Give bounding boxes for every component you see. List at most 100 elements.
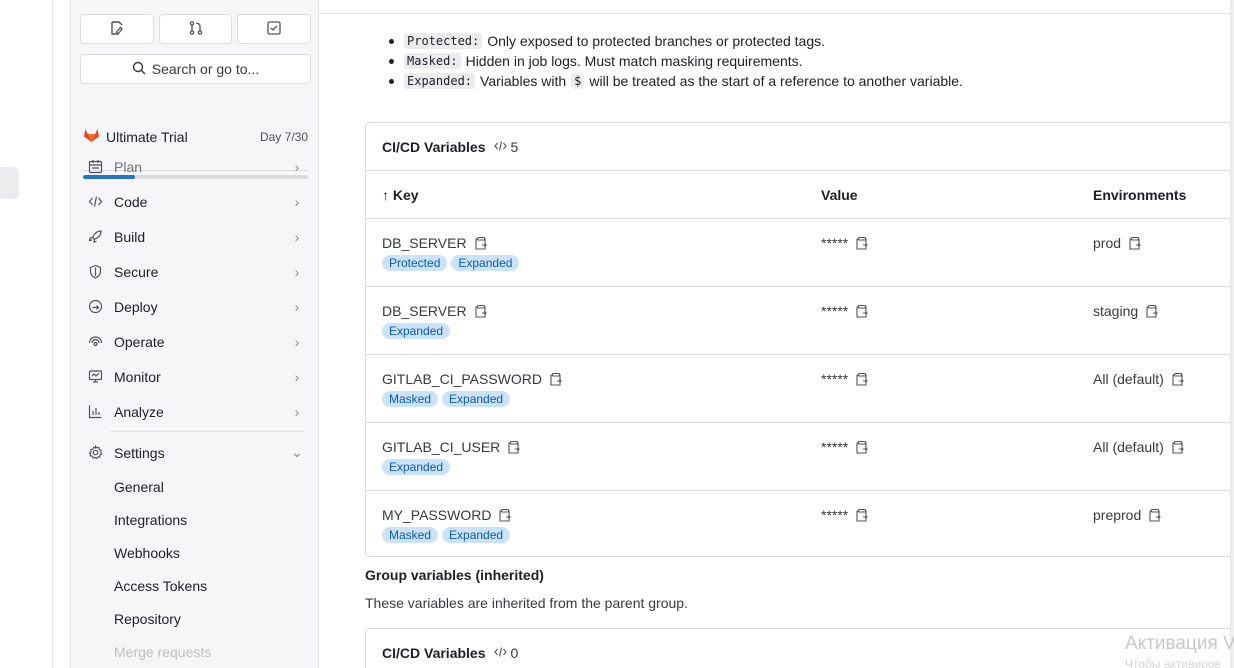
variable-count-value: 5 xyxy=(510,138,519,155)
variable-count: 0 xyxy=(493,645,519,661)
right-panel-edge xyxy=(1230,0,1234,668)
badge-masked: Masked xyxy=(382,391,439,407)
sidebar-item-label: Settings xyxy=(114,444,165,461)
chevron-down-icon: ⌄ xyxy=(291,444,303,460)
badge-expanded: Expanded xyxy=(442,391,511,407)
settings-item-integrations[interactable]: Integrations xyxy=(80,503,311,536)
copy-value-icon[interactable] xyxy=(855,440,869,454)
badge-expanded: Expanded xyxy=(382,459,451,475)
key-column-header[interactable]: ↑ Key xyxy=(382,187,419,203)
chevron-right-icon: › xyxy=(294,228,300,245)
project-variables-card: CI/CD Variables 5 ↑ Key Value Environmen… xyxy=(365,122,1234,557)
cloud-icon xyxy=(86,333,104,351)
collapsed-panel-tab[interactable] xyxy=(0,167,19,199)
sidebar-item-secure[interactable]: Secure › xyxy=(80,254,311,289)
variable-value: ***** xyxy=(821,371,849,387)
variable-environment: staging xyxy=(1093,303,1139,319)
settings-item-merge-requests[interactable]: Merge requests xyxy=(80,635,311,668)
copy-key-icon[interactable] xyxy=(498,508,512,522)
value-cell: ***** xyxy=(821,303,869,319)
copy-environment-icon[interactable] xyxy=(1148,508,1162,522)
variable-count-value: 0 xyxy=(510,645,519,661)
activation-watermark-subtitle: Чтобы активиров xyxy=(1125,657,1221,668)
sidebar-item-plan[interactable]: Plan › xyxy=(80,149,311,184)
settings-item-repository[interactable]: Repository xyxy=(80,602,311,635)
issues-icon xyxy=(109,20,125,39)
sidebar-item-label: Build xyxy=(114,228,146,245)
copy-environment-icon[interactable] xyxy=(1145,304,1158,318)
variable-badges: Expanded xyxy=(382,323,451,339)
code-icon xyxy=(493,139,507,155)
sidebar-item-code[interactable]: Code › xyxy=(80,184,311,219)
variable-key: GITLAB_CI_USER xyxy=(382,439,501,455)
value-cell: ***** xyxy=(821,371,869,387)
copy-key-icon[interactable] xyxy=(507,440,521,454)
sidebar-item-monitor[interactable]: Monitor › xyxy=(80,359,311,394)
chevron-right-icon: › xyxy=(294,333,300,350)
settings-item-access-tokens[interactable]: Access Tokens xyxy=(80,569,311,602)
environment-cell: All (default) xyxy=(1093,439,1184,455)
copy-key-icon[interactable] xyxy=(549,372,562,386)
trial-widget[interactable]: Ultimate Trial Day 7/30 xyxy=(83,103,308,179)
value-cell: ***** xyxy=(821,507,869,523)
todo-button[interactable] xyxy=(237,14,312,44)
key-cell: GITLAB_CI_USER xyxy=(382,439,521,455)
variable-key: DB_SERVER xyxy=(382,303,467,319)
copy-value-icon[interactable] xyxy=(855,236,869,250)
sidebar-item-settings[interactable]: Settings ⌄ xyxy=(80,435,311,470)
group-variables-title: Group variables (inherited) xyxy=(365,567,544,583)
copy-value-icon[interactable] xyxy=(855,372,869,386)
variable-value: ***** xyxy=(821,507,849,523)
app-root: Search or go to... Ultimate Trial Day 7/… xyxy=(0,0,1234,668)
copy-environment-icon[interactable] xyxy=(1128,236,1141,250)
variable-badges: Expanded xyxy=(382,459,451,475)
badge-protected: Protected xyxy=(382,255,448,271)
dollar-code: $ xyxy=(571,73,585,89)
card-header: CI/CD Variables 5 xyxy=(366,123,1234,171)
tanuki-logo-icon xyxy=(83,127,100,146)
search-button[interactable]: Search or go to... xyxy=(80,54,311,84)
badge-expanded: Expanded xyxy=(442,527,511,543)
merge-requests-button[interactable] xyxy=(158,14,233,44)
masked-description: Hidden in job logs. Must match masking r… xyxy=(465,53,803,69)
badge-masked: Masked xyxy=(382,527,439,543)
group-variables-description: These variables are inherited from the p… xyxy=(365,595,688,611)
card-header: CI/CD Variables 0 xyxy=(366,629,1234,668)
variable-environment: All (default) xyxy=(1093,371,1164,387)
variable-value: ***** xyxy=(821,303,849,319)
variable-environment: All (default) xyxy=(1093,439,1164,455)
code-icon xyxy=(493,645,507,661)
search-icon xyxy=(132,61,146,78)
settings-item-general[interactable]: General xyxy=(80,470,311,503)
variable-badges: Masked Expanded xyxy=(382,391,511,407)
copy-value-icon[interactable] xyxy=(855,508,869,522)
issues-button[interactable] xyxy=(80,14,154,44)
sidebar-item-label: Code xyxy=(114,193,148,210)
sidebar-item-label: Deploy xyxy=(114,298,158,315)
legend-item-expanded: Expanded: Variables with $ will be treat… xyxy=(389,71,963,91)
copy-environment-icon[interactable] xyxy=(1171,440,1184,454)
expanded-description-start: Variables with xyxy=(480,73,567,89)
trial-day-counter: Day 7/30 xyxy=(259,129,308,144)
protected-description: Only exposed to protected branches or pr… xyxy=(487,33,826,49)
left-sidebar: Search or go to... Ultimate Trial Day 7/… xyxy=(70,0,319,668)
sidebar-item-deploy[interactable]: Deploy › xyxy=(80,289,311,324)
copy-key-icon[interactable] xyxy=(474,304,487,318)
environment-cell: All (default) xyxy=(1093,371,1184,387)
sidebar-item-analyze[interactable]: Analyze › xyxy=(80,394,311,429)
badge-expanded: Expanded xyxy=(451,255,520,271)
expanded-code: Expanded: xyxy=(404,73,476,89)
key-header-label: Key xyxy=(392,186,419,203)
sidebar-item-operate[interactable]: Operate › xyxy=(80,324,311,359)
sidebar-item-build[interactable]: Build › xyxy=(80,219,311,254)
sidebar-item-label: Secure xyxy=(114,263,159,280)
key-cell: DB_SERVER xyxy=(382,235,487,251)
settings-item-webhooks[interactable]: Webhooks xyxy=(80,536,311,569)
variable-value: ***** xyxy=(821,235,849,251)
copy-environment-icon[interactable] xyxy=(1171,372,1184,386)
copy-value-icon[interactable] xyxy=(855,304,869,318)
card-title: CI/CD Variables xyxy=(382,138,486,155)
variable-badges: Protected Expanded xyxy=(382,255,520,271)
value-cell: ***** xyxy=(821,439,869,455)
copy-key-icon[interactable] xyxy=(474,236,487,250)
